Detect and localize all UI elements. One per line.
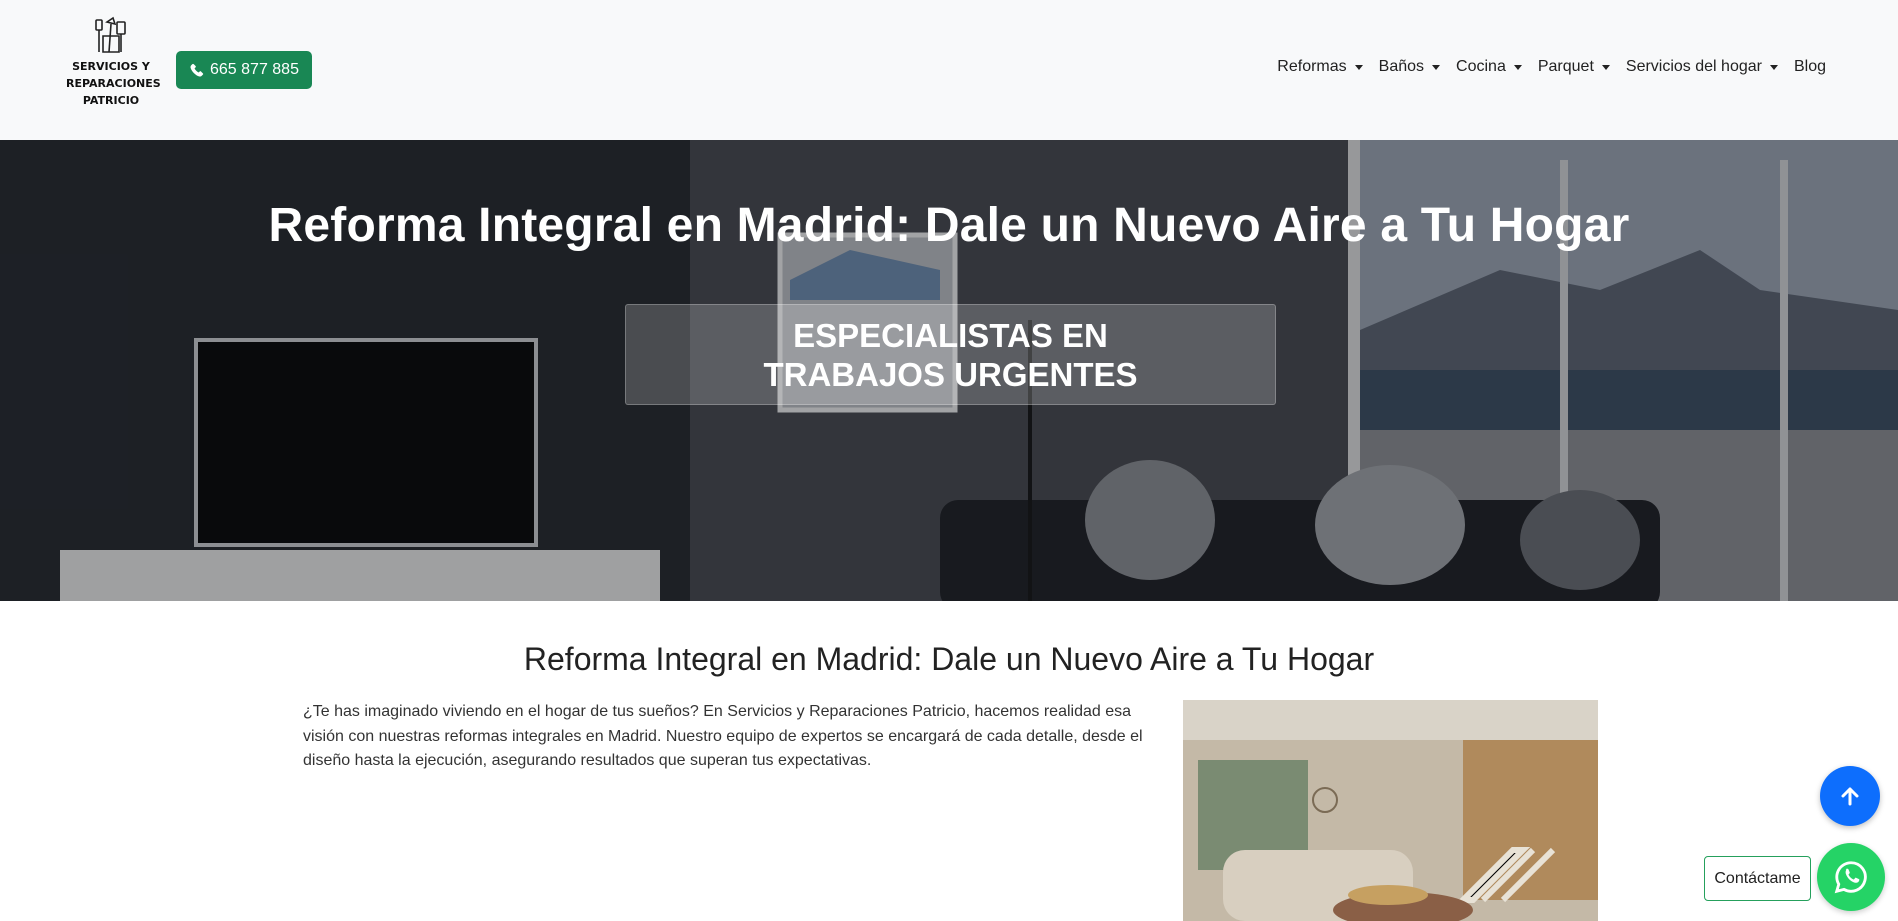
hero-badge: ESPECIALISTAS EN TRABAJOS URGENTES: [625, 304, 1276, 405]
nav-label: Reformas: [1277, 58, 1347, 75]
whatsapp-button[interactable]: [1817, 843, 1885, 911]
brand-logo[interactable]: SERVICIOS Y REPARACIONES PATRICIO: [66, 16, 161, 112]
living-room-image: [1183, 700, 1598, 921]
caret-down-icon: [1769, 64, 1778, 70]
caret-down-icon: [1354, 64, 1363, 70]
phone-icon: [190, 63, 204, 76]
section-title: Reforma Integral en Madrid: Dale un Nuev…: [523, 641, 1375, 677]
caret-down-icon: [1513, 64, 1522, 70]
top-navbar: SERVICIOS Y REPARACIONES PATRICIO 665 87…: [0, 0, 1898, 141]
arrow-up-icon: [1841, 787, 1859, 806]
nav-item-blog[interactable]: Blog: [1786, 58, 1834, 76]
logo-text: SERVICIOS Y REPARACIONES PATRICIO: [66, 60, 161, 107]
intro-paragraph: ¿Te has imaginado viviendo en el hogar d…: [303, 703, 1143, 769]
nav-item-banos[interactable]: Baños: [1371, 58, 1448, 76]
phone-number: 665 877 885: [210, 61, 299, 78]
scroll-to-top-button[interactable]: [1820, 766, 1880, 826]
nav-label: Parquet: [1537, 58, 1594, 75]
main-nav: Reformas Baños Cocina Parquet Servicios …: [1269, 58, 1834, 76]
nav-label: Baños: [1378, 58, 1425, 75]
tools-icon: [95, 16, 126, 53]
contact-label: Contáctame: [1714, 869, 1801, 887]
phone-button[interactable]: 665 877 885: [176, 51, 312, 89]
hero-banner: Reforma Integral en Madrid: Dale un Nuev…: [0, 140, 1898, 601]
nav-label: Cocina: [1456, 58, 1506, 75]
nav-item-servicios-hogar[interactable]: Servicios del hogar: [1618, 58, 1786, 76]
caret-down-icon: [1432, 64, 1441, 70]
nav-item-cocina[interactable]: Cocina: [1448, 58, 1530, 76]
hero-title: Reforma Integral en Madrid: Dale un Nuev…: [268, 199, 1630, 252]
living-room-photo: [1183, 700, 1598, 921]
whatsapp-icon: [1834, 861, 1867, 894]
contact-label-button[interactable]: Contáctame: [1704, 856, 1811, 901]
nav-item-parquet[interactable]: Parquet: [1530, 58, 1618, 76]
caret-down-icon: [1601, 64, 1610, 70]
nav-label: Blog: [1793, 58, 1826, 75]
hero-badge-text: ESPECIALISTAS EN TRABAJOS URGENTES: [763, 316, 1138, 393]
nav-item-reformas[interactable]: Reformas: [1269, 58, 1370, 76]
nav-label: Servicios del hogar: [1625, 58, 1762, 75]
